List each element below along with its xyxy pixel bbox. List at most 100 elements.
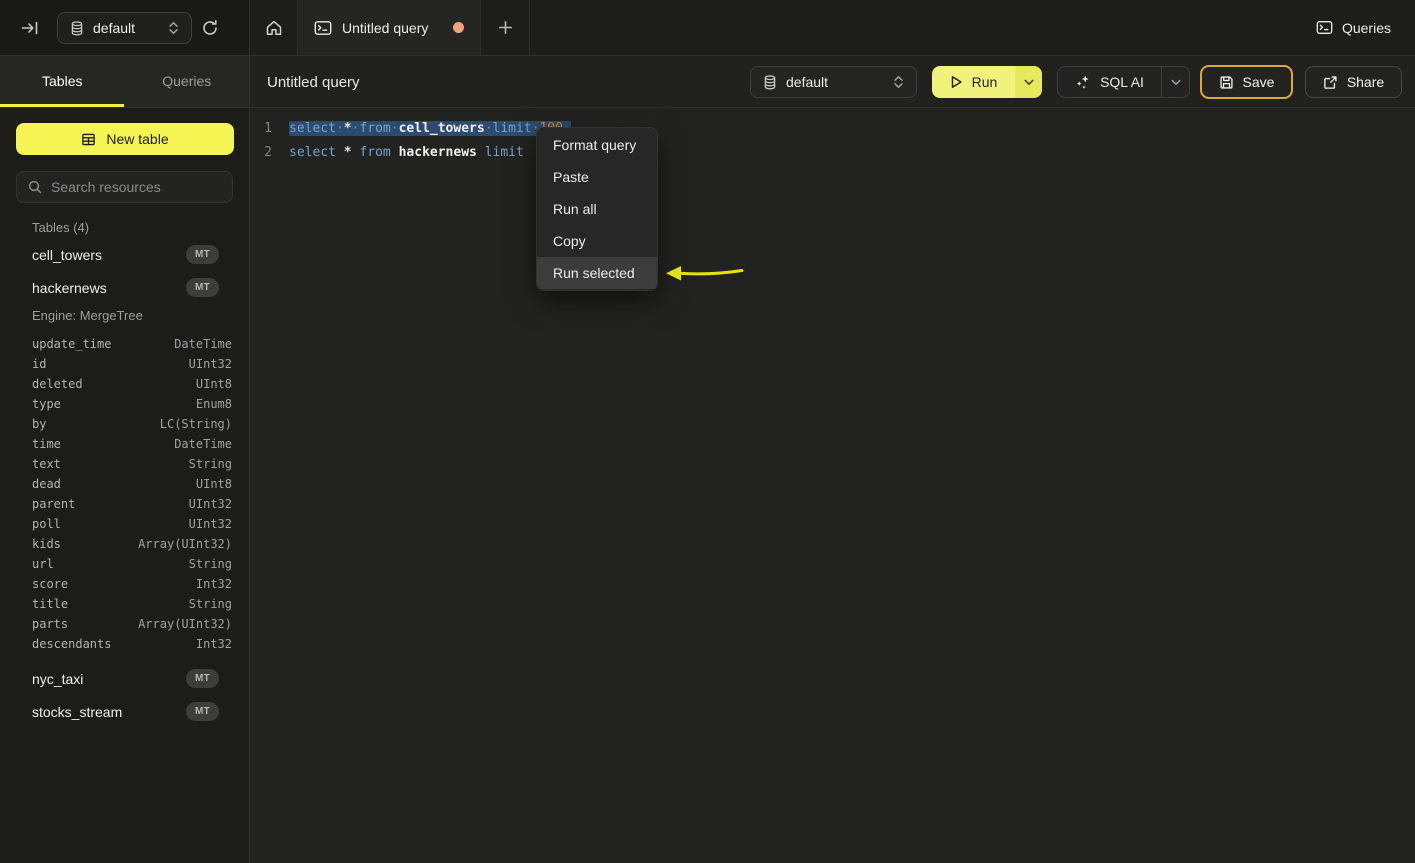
column-row: time DateTime bbox=[0, 434, 249, 454]
column-row: scoreInt32 bbox=[0, 574, 249, 594]
column-name: by bbox=[32, 417, 46, 431]
column-name: poll bbox=[32, 517, 61, 531]
sql-editor[interactable]: 1 select·*·from·cell_towers·limit·100· 2se… bbox=[250, 108, 1415, 863]
column-type: Int32 bbox=[196, 637, 232, 651]
column-row: text String bbox=[0, 454, 249, 474]
sql-ai-button-group: SQL AI bbox=[1057, 66, 1190, 98]
sql-ai-button-label: SQL AI bbox=[1100, 74, 1144, 90]
column-type: String bbox=[189, 597, 232, 611]
search-box[interactable] bbox=[16, 171, 233, 203]
app-window: default Untitled query bbox=[0, 0, 1415, 863]
column-row: deadUInt8 bbox=[0, 474, 249, 494]
context-menu-item[interactable]: Run selected bbox=[537, 257, 657, 289]
column-name: url bbox=[32, 557, 54, 571]
columns-list: update_timeDateTimeidUInt32deletedUInt8t… bbox=[0, 328, 249, 654]
context-menu-item[interactable]: Paste bbox=[537, 161, 657, 193]
code-line[interactable]: 1 select·*·from·cell_towers·limit·100· bbox=[250, 116, 1415, 140]
terminal-icon bbox=[1316, 20, 1333, 35]
engine-badge: MT bbox=[186, 669, 219, 688]
share-icon bbox=[1323, 75, 1338, 90]
table-item[interactable]: stocks_streamMT bbox=[0, 695, 249, 728]
play-icon bbox=[950, 75, 963, 89]
column-name: type bbox=[32, 397, 61, 411]
unsaved-indicator-dot bbox=[453, 22, 464, 33]
column-name: kids bbox=[32, 537, 61, 551]
column-row: deletedUInt8 bbox=[0, 374, 249, 394]
table-item[interactable]: nyc_taxi MT bbox=[0, 662, 249, 695]
column-name: dead bbox=[32, 477, 61, 491]
search-input[interactable] bbox=[51, 179, 221, 195]
code-lines: 1 select·*·from·cell_towers·limit·100· 2se… bbox=[250, 116, 1415, 164]
column-type: Int32 bbox=[196, 577, 232, 591]
column-type: DateTime bbox=[174, 337, 232, 351]
tables-list: cell_towersMThackernewsMTEngine: MergeTr… bbox=[0, 238, 249, 728]
column-type: UInt32 bbox=[189, 357, 232, 371]
column-type: Array(UInt32) bbox=[138, 617, 232, 631]
editor-header: Untitled query default Run bbox=[250, 56, 1415, 108]
context-menu-item[interactable]: Format query bbox=[537, 129, 657, 161]
topbar-sidebar-section: default bbox=[0, 0, 250, 55]
collapse-sidebar-icon bbox=[21, 20, 39, 36]
column-type: UInt32 bbox=[189, 497, 232, 511]
chevron-down-icon bbox=[1171, 79, 1181, 86]
plus-icon bbox=[498, 20, 513, 35]
context-menu: Format queryPasteRun allCopyRun selected bbox=[536, 127, 658, 291]
refresh-button[interactable] bbox=[198, 17, 222, 39]
column-name: time bbox=[32, 437, 61, 451]
save-button[interactable]: Save bbox=[1200, 65, 1293, 99]
column-row: pollUInt32 bbox=[0, 514, 249, 534]
column-name: text bbox=[32, 457, 61, 471]
table-item[interactable]: hackernewsMT bbox=[0, 271, 249, 304]
sidebar: New table Tables (4) cell_towersMThacker… bbox=[0, 108, 250, 863]
column-type: Enum8 bbox=[196, 397, 232, 411]
database-selector-value: default bbox=[786, 74, 828, 90]
chevron-down-icon bbox=[1024, 79, 1034, 86]
sql-ai-button[interactable]: SQL AI bbox=[1058, 74, 1161, 90]
topbar: default Untitled query bbox=[0, 0, 1415, 56]
table-name: nyc_taxi bbox=[32, 671, 83, 687]
collapse-sidebar-button[interactable] bbox=[20, 19, 40, 37]
sql-ai-options-button[interactable] bbox=[1161, 67, 1189, 97]
home-icon bbox=[265, 19, 283, 37]
context-menu-item[interactable]: Copy bbox=[537, 225, 657, 257]
table-icon bbox=[81, 132, 96, 147]
code-line[interactable]: 2select * from hackernews limit bbox=[250, 140, 1415, 164]
chevron-updown-icon bbox=[168, 21, 179, 35]
subheader: Tables Queries Untitled query default bbox=[0, 56, 1415, 108]
column-name: deleted bbox=[32, 377, 83, 391]
context-menu-item[interactable]: Run all bbox=[537, 193, 657, 225]
database-selector-editor[interactable]: default bbox=[750, 66, 917, 98]
sidebar-tab-tables[interactable]: Tables bbox=[0, 56, 125, 107]
column-type: DateTime bbox=[174, 437, 232, 451]
database-selector[interactable]: default bbox=[57, 12, 192, 44]
run-options-button[interactable] bbox=[1015, 66, 1042, 98]
new-tab-button[interactable] bbox=[481, 0, 530, 55]
share-button[interactable]: Share bbox=[1305, 66, 1402, 98]
engine-badge: MT bbox=[186, 245, 219, 264]
line-number: 1 bbox=[250, 121, 272, 136]
tab-title: Untitled query bbox=[342, 20, 428, 36]
queries-button[interactable]: Queries bbox=[1316, 0, 1391, 55]
column-type: Array(UInt32) bbox=[138, 537, 232, 551]
save-button-label: Save bbox=[1243, 74, 1275, 90]
column-row: partsArray(UInt32) bbox=[0, 614, 249, 634]
search-icon bbox=[28, 180, 42, 194]
tab-untitled-query[interactable]: Untitled query bbox=[298, 0, 481, 55]
line-number: 2 bbox=[250, 145, 272, 160]
queries-button-label: Queries bbox=[1342, 20, 1391, 36]
column-name: descendants bbox=[32, 637, 111, 651]
terminal-icon bbox=[314, 20, 332, 36]
code-text: select·*·from·cell_towers·limit·100· bbox=[289, 121, 571, 136]
tables-section-label: Tables (4) bbox=[32, 220, 249, 235]
active-tab-underline bbox=[0, 104, 124, 107]
query-title: Untitled query bbox=[267, 56, 360, 108]
sidebar-tab-queries[interactable]: Queries bbox=[125, 56, 250, 107]
column-name: title bbox=[32, 597, 68, 611]
new-table-button[interactable]: New table bbox=[16, 123, 234, 155]
home-button[interactable] bbox=[250, 0, 298, 55]
run-button[interactable]: Run bbox=[932, 66, 1015, 98]
chevron-updown-icon bbox=[893, 75, 904, 89]
column-name: parent bbox=[32, 497, 75, 511]
table-item[interactable]: cell_towersMT bbox=[0, 238, 249, 271]
column-type: String bbox=[189, 457, 232, 471]
